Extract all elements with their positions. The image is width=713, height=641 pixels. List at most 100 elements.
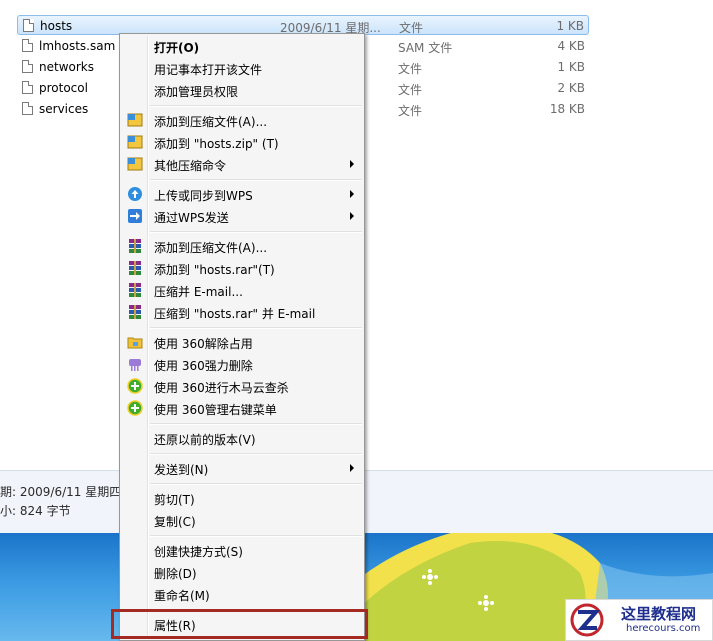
menu-item-add-admin[interactable]: 添加管理员权限 xyxy=(122,79,362,101)
winrar-icon xyxy=(129,305,141,319)
submenu-arrow-icon xyxy=(350,464,354,472)
submenu-arrow-icon xyxy=(350,212,354,220)
menu-item-360-delete[interactable]: 使用 360强力删除 xyxy=(122,353,362,375)
menu-item-label: 复制(C) xyxy=(154,515,196,529)
details-size: 小: 824 字节 xyxy=(0,504,71,518)
menu-item-label: 其他压缩命令 xyxy=(154,159,227,173)
properties-highlight-box xyxy=(111,609,368,639)
context-menu: 打开(O) 用记事本打开该文件 添加管理员权限 添加到压缩文件(A)... 添加… xyxy=(119,33,365,641)
cloud-upload-icon xyxy=(128,187,142,201)
menu-item-open-notepad[interactable]: 用记事本打开该文件 xyxy=(122,57,362,79)
menu-item-other-compress[interactable]: 其他压缩命令 xyxy=(122,153,362,175)
menu-item-label: 添加到压缩文件(A)... xyxy=(154,115,268,129)
menu-item-360-unlock[interactable]: 使用 360解除占用 xyxy=(122,331,362,353)
folder-lock-icon xyxy=(127,337,143,349)
menu-item-label: 添加到 "hosts.rar"(T) xyxy=(154,263,275,277)
file-size: 1 KB xyxy=(557,60,585,74)
submenu-arrow-icon xyxy=(350,160,354,168)
menu-item-delete[interactable]: 删除(D) xyxy=(122,561,362,583)
file-name: networks xyxy=(39,60,94,74)
file-icon xyxy=(22,81,33,94)
menu-separator xyxy=(150,483,362,485)
winrar-icon xyxy=(129,239,141,253)
menu-item-label: 通过WPS发送 xyxy=(154,211,229,225)
file-row-hosts[interactable]: hosts 2009/6/11 星期... 文件 1 KB xyxy=(17,15,589,35)
menu-item-360-scan[interactable]: 使用 360进行木马云查杀 xyxy=(122,375,362,397)
site-watermark: 这里教程网 herecours.com xyxy=(565,599,713,641)
file-type: 文件 xyxy=(398,83,423,97)
menu-item-label: 使用 360进行木马云查杀 xyxy=(154,381,289,395)
menu-item-360-manage[interactable]: 使用 360管理右键菜单 xyxy=(122,397,362,419)
menu-item-label: 打开(O) xyxy=(154,41,200,55)
menu-item-rar-email[interactable]: 压缩并 E-mail... xyxy=(122,279,362,301)
menu-item-add-zip[interactable]: 添加到 "hosts.zip" (T) xyxy=(122,131,362,153)
menu-item-rar-add-rar[interactable]: 添加到 "hosts.rar"(T) xyxy=(122,257,362,279)
file-name: lmhosts.sam xyxy=(39,39,116,53)
submenu-arrow-icon xyxy=(350,190,354,198)
menu-separator xyxy=(150,179,362,181)
file-name: services xyxy=(39,102,89,116)
menu-separator xyxy=(150,231,362,233)
file-type: 文件 xyxy=(398,104,423,118)
menu-item-send-wps[interactable]: 通过WPS发送 xyxy=(122,205,362,227)
menu-item-label: 添加到 "hosts.zip" (T) xyxy=(154,137,279,151)
menu-separator xyxy=(150,453,362,455)
menu-item-label: 创建快捷方式(S) xyxy=(154,545,243,559)
menu-item-create-shortcut[interactable]: 创建快捷方式(S) xyxy=(122,539,362,561)
360-shield-icon xyxy=(127,400,143,416)
menu-item-add-archive[interactable]: 添加到压缩文件(A)... xyxy=(122,109,362,131)
details-date: 期: 2009/6/11 星期四 xyxy=(0,485,122,499)
file-icon xyxy=(22,102,33,115)
menu-item-label: 剪切(T) xyxy=(154,493,195,507)
file-size: 18 KB xyxy=(549,102,585,116)
menu-item-send-to[interactable]: 发送到(N) xyxy=(122,457,362,479)
menu-item-rar-add-archive[interactable]: 添加到压缩文件(A)... xyxy=(122,235,362,257)
menu-item-label: 使用 360管理右键菜单 xyxy=(154,403,277,417)
menu-item-open[interactable]: 打开(O) xyxy=(122,35,362,57)
winrar-icon xyxy=(129,261,141,275)
file-size: 1 KB xyxy=(556,19,584,33)
menu-item-label: 压缩到 "hosts.rar" 并 E-mail xyxy=(154,307,316,321)
menu-item-upload-wps[interactable]: 上传或同步到WPS xyxy=(122,183,362,205)
menu-item-label: 使用 360解除占用 xyxy=(154,337,253,351)
watermark-logo-icon xyxy=(570,603,604,637)
menu-item-label: 添加管理员权限 xyxy=(154,85,239,99)
menu-item-label: 删除(D) xyxy=(154,567,197,581)
send-arrow-icon xyxy=(128,209,142,223)
file-name: protocol xyxy=(39,81,88,95)
menu-item-rar-rar-email[interactable]: 压缩到 "hosts.rar" 并 E-mail xyxy=(122,301,362,323)
menu-separator xyxy=(150,423,362,425)
file-type: 文件 xyxy=(398,62,423,76)
file-name: hosts xyxy=(40,19,73,33)
file-icon xyxy=(22,39,33,52)
menu-item-label: 发送到(N) xyxy=(154,463,209,477)
bandizip-icon xyxy=(127,135,143,149)
menu-item-label: 用记事本打开该文件 xyxy=(154,63,263,77)
file-size: 4 KB xyxy=(557,39,585,53)
menu-item-rename[interactable]: 重命名(M) xyxy=(122,583,362,605)
file-icon xyxy=(22,60,33,73)
watermark-url: herecours.com xyxy=(626,623,701,634)
menu-item-label: 上传或同步到WPS xyxy=(154,189,253,203)
file-icon xyxy=(23,19,34,32)
menu-item-restore-versions[interactable]: 还原以前的版本(V) xyxy=(122,427,362,449)
file-type: SAM 文件 xyxy=(398,41,453,55)
menu-item-copy[interactable]: 复制(C) xyxy=(122,509,362,531)
menu-item-cut[interactable]: 剪切(T) xyxy=(122,487,362,509)
bandizip-icon xyxy=(127,113,143,127)
file-type: 文件 xyxy=(399,21,424,35)
menu-separator xyxy=(150,535,362,537)
bandizip-icon xyxy=(127,157,143,171)
menu-item-label: 重命名(M) xyxy=(154,589,210,603)
watermark-title: 这里教程网 xyxy=(621,605,697,623)
menu-item-label: 还原以前的版本(V) xyxy=(154,433,256,447)
winrar-icon xyxy=(129,283,141,297)
360-shield-icon xyxy=(127,378,143,394)
menu-separator xyxy=(150,105,362,107)
shredder-icon xyxy=(129,359,141,371)
menu-item-label: 添加到压缩文件(A)... xyxy=(154,241,268,255)
file-size: 2 KB xyxy=(557,81,585,95)
menu-item-label: 使用 360强力删除 xyxy=(154,359,253,373)
menu-separator xyxy=(150,327,362,329)
menu-item-label: 压缩并 E-mail... xyxy=(154,285,243,299)
